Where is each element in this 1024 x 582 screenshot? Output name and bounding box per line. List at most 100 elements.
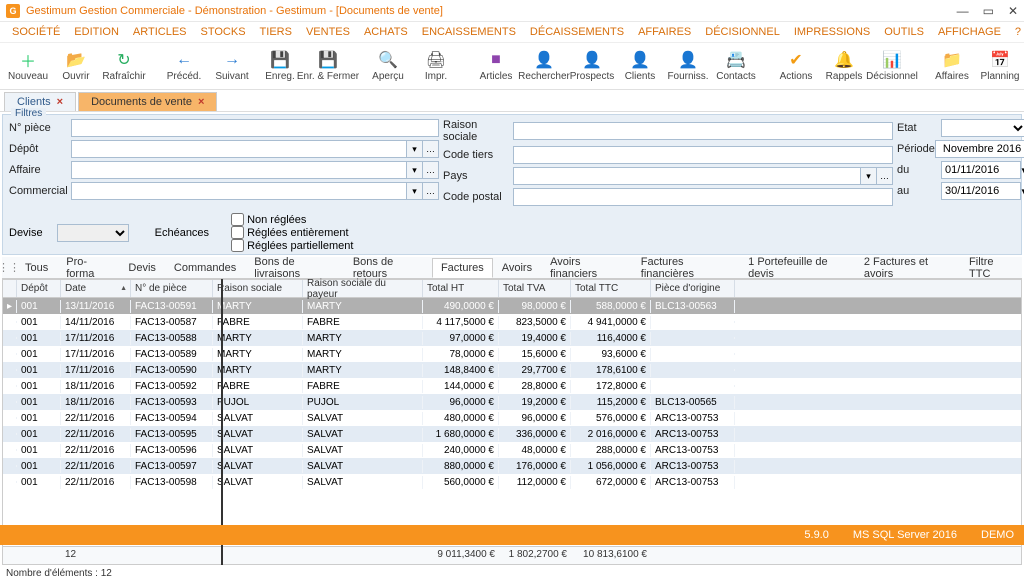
toolbar-enrfermer[interactable]: 💾Enr. & Fermer — [306, 44, 350, 88]
menu-encaissements[interactable]: ENCAISSEMENTS — [416, 24, 522, 40]
toolbar-prcd[interactable]: ←Précéd. — [162, 44, 206, 88]
subtab[interactable]: Factures — [432, 258, 493, 278]
toolbar-suivant[interactable]: →Suivant — [210, 44, 254, 88]
cell: FAC13-00598 — [131, 476, 213, 489]
toolbar-dcisionnel[interactable]: 📊Décisionnel — [870, 44, 914, 88]
dropdown-icon[interactable]: ▾ — [407, 182, 423, 200]
column-header[interactable]: N° de pièce — [131, 280, 213, 297]
cell: ARC13-00753 — [651, 460, 735, 473]
table-row[interactable]: 00122/11/2016FAC13-00595SALVATSALVAT1 68… — [3, 426, 1021, 442]
subtab[interactable]: Tous — [16, 258, 57, 278]
menu-outils[interactable]: OUTILS — [878, 24, 930, 40]
grid-body[interactable]: ▸00113/11/2016FAC13-00591MARTYMARTY490,0… — [3, 298, 1021, 546]
code tiers-input[interactable] — [513, 146, 893, 164]
table-row[interactable]: 00122/11/2016FAC13-00594SALVATSALVAT480,… — [3, 410, 1021, 426]
table-row[interactable]: 00118/11/2016FAC13-00592FABREFABRE144,00… — [3, 378, 1021, 394]
dropdown-icon[interactable]: ▾ — [861, 167, 877, 185]
browse-icon[interactable]: … — [423, 182, 439, 200]
toolbar-rechercher[interactable]: 👤Rechercher — [522, 44, 566, 88]
table-row[interactable]: 00122/11/2016FAC13-00597SALVATSALVAT880,… — [3, 458, 1021, 474]
menu-articles[interactable]: ARTICLES — [127, 24, 193, 40]
column-header[interactable]: Dépôt — [17, 280, 61, 297]
toolbar-actions[interactable]: ✔Actions — [774, 44, 818, 88]
toolbar-impr[interactable]: 🖨Impr. — [414, 44, 458, 88]
minimize-icon[interactable]: — — [957, 4, 969, 18]
toolbar-rafrachir[interactable]: ↻Rafraîchir — [102, 44, 146, 88]
cell: FABRE — [213, 316, 303, 329]
au-input[interactable] — [941, 182, 1021, 200]
menu-ventes[interactable]: VENTES — [300, 24, 356, 40]
menu-décaissements[interactable]: DÉCAISSEMENTS — [524, 24, 630, 40]
table-row[interactable]: 00122/11/2016FAC13-00598SALVATSALVAT560,… — [3, 474, 1021, 490]
commercial-input[interactable] — [71, 182, 407, 200]
toolbar-articles[interactable]: ■Articles — [474, 44, 518, 88]
cell — [3, 417, 17, 419]
table-row[interactable]: 00117/11/2016FAC13-00588MARTYMARTY97,000… — [3, 330, 1021, 346]
menu-affaires[interactable]: AFFAIRES — [632, 24, 697, 40]
periode-select[interactable]: Novembre 2016 — [935, 140, 1024, 158]
doc-tab[interactable]: Documents de vente× — [78, 92, 217, 111]
toolbar-prospects[interactable]: 👤Prospects — [570, 44, 614, 88]
toolbar-ouvrir[interactable]: 📂Ouvrir — [54, 44, 98, 88]
subtab[interactable]: Commandes — [165, 258, 245, 278]
affaire-input[interactable] — [71, 161, 407, 179]
menu-société[interactable]: SOCIÉTÉ — [6, 24, 66, 40]
browse-icon[interactable]: … — [877, 167, 893, 185]
n° pièce-input[interactable] — [71, 119, 439, 137]
toolbar-contacts[interactable]: 📇Contacts — [714, 44, 758, 88]
toolbar-rappels[interactable]: 🔔Rappels — [822, 44, 866, 88]
table-row[interactable]: ▸00113/11/2016FAC13-00591MARTYMARTY490,0… — [3, 298, 1021, 314]
table-row[interactable]: 00117/11/2016FAC13-00589MARTYMARTY78,000… — [3, 346, 1021, 362]
toolbar-enreg[interactable]: 💾Enreg. — [258, 44, 302, 88]
menu-impressions[interactable]: IMPRESSIONS — [788, 24, 876, 40]
toolbar-clients[interactable]: 👤Clients — [618, 44, 662, 88]
browse-icon[interactable]: … — [423, 161, 439, 179]
maximize-icon[interactable]: ▭ — [983, 4, 994, 18]
menu-edition[interactable]: EDITION — [68, 24, 125, 40]
column-header[interactable]: Pièce d'origine — [651, 280, 735, 297]
cell: ▸ — [3, 300, 17, 313]
toolbar-planning[interactable]: 📅Planning — [978, 44, 1022, 88]
toolbar-aperu[interactable]: 🔍Aperçu — [366, 44, 410, 88]
close-icon[interactable]: ✕ — [1008, 4, 1018, 18]
column-header[interactable]: Total TTC — [571, 280, 651, 297]
column-header[interactable] — [3, 280, 17, 297]
table-row[interactable]: 00122/11/2016FAC13-00596SALVATSALVAT240,… — [3, 442, 1021, 458]
table-row[interactable]: 00117/11/2016FAC13-00590MARTYMARTY148,84… — [3, 362, 1021, 378]
menu-décisionnel[interactable]: DÉCISIONNEL — [699, 24, 786, 40]
column-header[interactable]: Total HT — [423, 280, 499, 297]
toolbar-fourniss[interactable]: 👤Fourniss. — [666, 44, 710, 88]
dropdown-icon[interactable]: ▾ — [407, 140, 423, 158]
tab-close-icon[interactable]: × — [57, 96, 63, 108]
dropdown-icon[interactable]: ▾ — [407, 161, 423, 179]
dépôt-input[interactable] — [71, 140, 407, 158]
raison sociale-input[interactable] — [513, 122, 893, 140]
toolbar-nouveau[interactable]: ＋Nouveau — [6, 44, 50, 88]
subtab[interactable]: Devis — [119, 258, 165, 278]
du-input[interactable] — [941, 161, 1021, 179]
code postal-input[interactable] — [513, 188, 893, 206]
column-header[interactable]: Raison sociale — [213, 280, 303, 297]
devise-select[interactable] — [57, 224, 129, 242]
check-réglées partiellement[interactable] — [231, 239, 244, 252]
column-header[interactable]: Date — [61, 280, 131, 297]
check-réglées entièrement[interactable] — [231, 226, 244, 239]
check-non réglées[interactable] — [231, 213, 244, 226]
table-row[interactable]: 00114/11/2016FAC13-00587FABREFABRE4 117,… — [3, 314, 1021, 330]
menu-stocks[interactable]: STOCKS — [195, 24, 252, 40]
pays-input[interactable] — [513, 167, 861, 185]
menu-achats[interactable]: ACHATS — [358, 24, 414, 40]
toolbar-affaires[interactable]: 📁Affaires — [930, 44, 974, 88]
subtab[interactable]: Avoirs — [493, 258, 541, 278]
column-header[interactable]: Raison sociale du payeur — [303, 280, 423, 297]
column-header[interactable]: Total TVA — [499, 280, 571, 297]
menu-affichage[interactable]: AFFICHAGE — [932, 24, 1007, 40]
menu-tiers[interactable]: TIERS — [254, 24, 298, 40]
etat-select[interactable] — [941, 119, 1024, 137]
table-row[interactable]: 00118/11/2016FAC13-00593PUJOLPUJOL96,000… — [3, 394, 1021, 410]
cell: MARTY — [213, 300, 303, 313]
tab-close-icon[interactable]: × — [198, 96, 204, 108]
footer-cell: 10 813,6100 € — [571, 547, 651, 564]
browse-icon[interactable]: … — [423, 140, 439, 158]
menu-?[interactable]: ? — [1009, 24, 1024, 40]
